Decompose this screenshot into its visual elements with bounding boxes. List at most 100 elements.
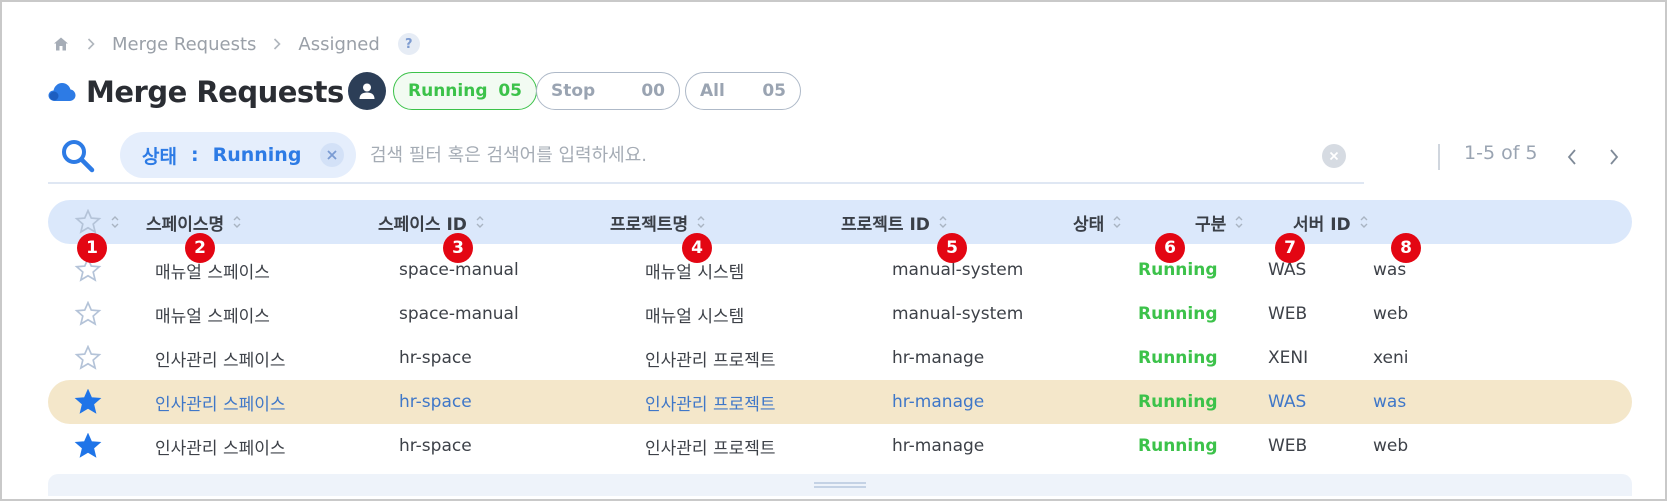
callout-badge-4: 4	[682, 233, 712, 263]
cell-space-id: hr-space	[399, 392, 472, 412]
cell-type: WEB	[1268, 436, 1308, 456]
table-row[interactable]: 인사관리 스페이스 hr-space 인사관리 프로젝트 hr-manage R…	[48, 336, 1632, 380]
table-row-selected[interactable]: 인사관리 스페이스 hr-space 인사관리 프로젝트 hr-manage R…	[48, 380, 1632, 424]
cell-project-id: hr-manage	[892, 392, 985, 412]
filter-pill-stop[interactable]: Stop 00	[536, 72, 680, 110]
help-icon[interactable]: ?	[397, 33, 420, 55]
cell-project-name: 인사관리 프로젝트	[645, 438, 776, 459]
cell-project-name: 매뉴얼 시스템	[645, 306, 745, 327]
pill-label: All	[700, 81, 725, 101]
callout-badge-8: 8	[1391, 233, 1421, 263]
cell-space-name: 인사관리 스페이스	[155, 438, 286, 459]
page-title: Merge Requests	[86, 75, 344, 109]
sort-icon[interactable]	[1234, 214, 1244, 230]
cell-type: WEB	[1268, 304, 1308, 324]
cell-status: Running	[1138, 304, 1218, 324]
star-filled-icon[interactable]	[74, 433, 102, 459]
chevron-right-icon	[270, 38, 284, 50]
column-header-label: 프로젝트명	[610, 214, 689, 235]
sort-icon[interactable]	[110, 214, 120, 230]
pager-divider	[1438, 144, 1440, 170]
search-icon[interactable]	[60, 138, 96, 174]
cell-server-id: xeni	[1373, 348, 1409, 368]
table-row[interactable]: 매뉴얼 스페이스 space-manual 매뉴얼 시스템 manual-sys…	[48, 292, 1632, 336]
column-header-server-id[interactable]: 서버 ID	[1293, 200, 1369, 244]
cell-server-id: web	[1373, 436, 1409, 456]
table-footer	[48, 474, 1632, 496]
chevron-left-icon[interactable]	[1562, 145, 1582, 169]
cell-status: Running	[1138, 392, 1218, 412]
resize-handle[interactable]	[814, 482, 866, 488]
home-icon[interactable]	[52, 35, 70, 53]
column-header-label: 서버 ID	[1293, 214, 1351, 235]
pagination-info: 1-5 of 5	[1464, 142, 1538, 164]
cell-status: Running	[1138, 348, 1218, 368]
sort-icon[interactable]	[1112, 214, 1122, 230]
cell-project-id: hr-manage	[892, 436, 985, 456]
column-header-label: 구분	[1195, 214, 1227, 235]
sort-icon[interactable]	[938, 214, 948, 230]
chevron-right-icon	[84, 38, 98, 50]
filter-chip-value: Running	[212, 144, 302, 166]
callout-badge-5: 5	[937, 233, 967, 263]
cell-project-id: manual-system	[892, 304, 1024, 324]
pill-label: Running	[408, 81, 488, 101]
cell-type: XENI	[1268, 348, 1309, 368]
sort-icon[interactable]	[232, 214, 242, 230]
cell-space-id: space-manual	[399, 304, 519, 324]
column-header-status[interactable]: 상태	[1073, 200, 1122, 244]
page-header: Merge Requests	[48, 70, 344, 114]
filter-chip-status[interactable]: 상태 : Running	[120, 132, 356, 178]
filter-pill-running[interactable]: Running 05	[393, 72, 537, 110]
pill-count: 05	[762, 81, 786, 101]
cell-space-name: 인사관리 스페이스	[155, 350, 286, 371]
pill-count: 05	[498, 81, 522, 101]
sort-icon[interactable]	[475, 214, 485, 230]
column-header-label: 스페이스 ID	[378, 214, 467, 235]
star-outline-icon	[74, 209, 102, 234]
cell-project-name: 인사관리 프로젝트	[645, 350, 776, 371]
star-filled-icon[interactable]	[74, 389, 102, 415]
cell-server-id: was	[1373, 392, 1407, 412]
callout-badge-6: 6	[1155, 233, 1185, 263]
filter-chip-key: 상태	[142, 145, 177, 168]
callout-badge-2: 2	[185, 233, 215, 263]
callout-badge-3: 3	[443, 233, 473, 263]
cell-space-name: 인사관리 스페이스	[155, 394, 286, 415]
cloud-icon	[48, 83, 76, 101]
breadcrumb: Merge Requests Assigned ?	[52, 32, 420, 56]
window-frame: Merge Requests Assigned ? Merge Requests…	[0, 0, 1667, 501]
pill-count: 00	[641, 81, 665, 101]
chevron-right-icon[interactable]	[1604, 145, 1624, 169]
star-outline-icon[interactable]	[74, 301, 102, 327]
filter-pill-all[interactable]: All 05	[685, 72, 801, 110]
user-icon	[359, 83, 375, 99]
assignee-avatar[interactable]	[348, 72, 386, 110]
cell-type: WAS	[1268, 392, 1307, 412]
sort-icon[interactable]	[696, 214, 706, 230]
cell-status: Running	[1138, 436, 1218, 456]
callout-badge-7: 7	[1275, 233, 1305, 263]
table-row[interactable]: 인사관리 스페이스 hr-space 인사관리 프로젝트 hr-manage R…	[48, 424, 1632, 468]
sort-icon[interactable]	[1359, 214, 1369, 230]
cell-server-id: web	[1373, 304, 1409, 324]
cell-project-id: hr-manage	[892, 348, 985, 368]
cell-space-name: 매뉴얼 스페이스	[155, 306, 270, 327]
star-outline-icon[interactable]	[74, 345, 102, 371]
pill-label: Stop	[551, 81, 596, 101]
column-header-type[interactable]: 구분	[1195, 200, 1244, 244]
search-bar: 상태 : Running	[48, 130, 1364, 184]
column-header-label: 상태	[1073, 214, 1105, 235]
column-header-project-id[interactable]: 프로젝트 ID	[841, 200, 948, 244]
filter-chip-separator: :	[190, 144, 199, 166]
clear-search-icon[interactable]	[1322, 144, 1346, 168]
column-header-label: 프로젝트 ID	[841, 214, 930, 235]
callout-badge-1: 1	[77, 233, 107, 263]
breadcrumb-item-merge-requests[interactable]: Merge Requests	[112, 34, 256, 55]
cell-project-name: 인사관리 프로젝트	[645, 394, 776, 415]
remove-filter-icon[interactable]	[320, 143, 344, 167]
cell-space-id: hr-space	[399, 348, 472, 368]
column-header-label: 스페이스명	[146, 214, 225, 235]
search-input[interactable]	[370, 140, 1270, 170]
breadcrumb-item-assigned[interactable]: Assigned	[298, 34, 379, 55]
